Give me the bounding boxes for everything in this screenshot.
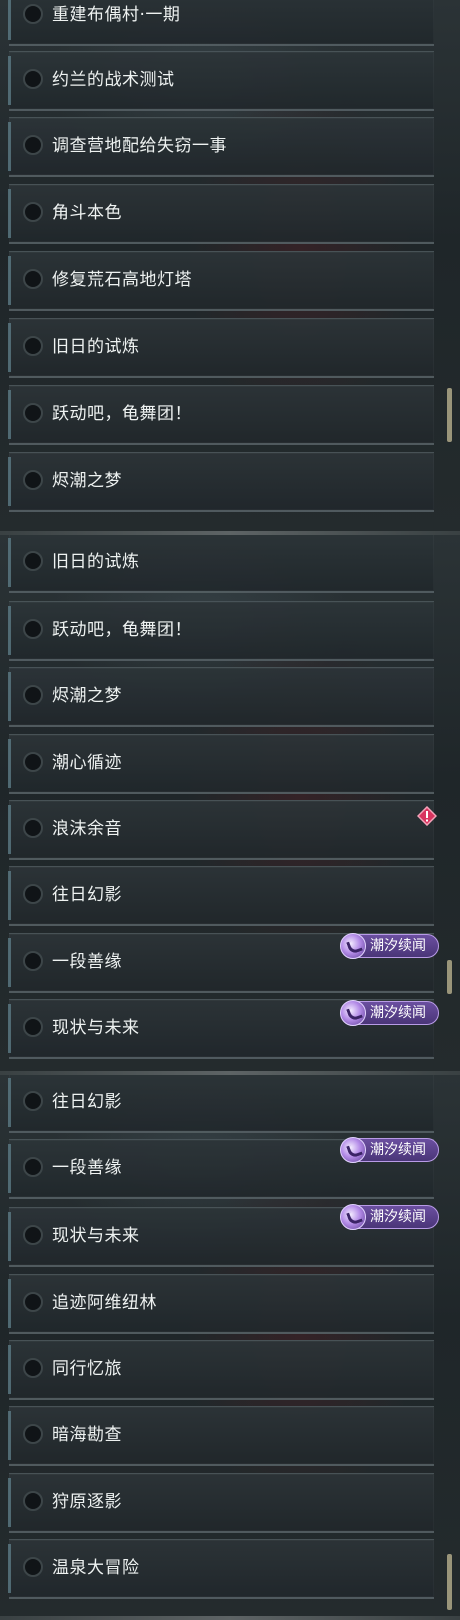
tag-label: 潮汐续闻: [370, 1142, 426, 1158]
checkbox-circle-icon[interactable]: [23, 1225, 43, 1245]
quest-title: 角斗本色: [52, 203, 122, 223]
quest-row[interactable]: 追迹阿维纽林: [8, 1274, 434, 1334]
quest-list-panel-1: 重建布偶村·一期 约兰的战术测试 调查营地配给失窃一事 角斗本色 修复荒石高地灯…: [0, 0, 460, 535]
checkbox-circle-icon[interactable]: [23, 1017, 43, 1037]
checkbox-circle-icon[interactable]: [23, 1091, 43, 1111]
quest-title: 跃动吧，龟舞团！: [52, 620, 192, 640]
checkbox-circle-icon[interactable]: [23, 619, 43, 639]
quest-row[interactable]: 潮心循迹: [8, 734, 434, 794]
quest-list-screen: 重建布偶村·一期 约兰的战术测试 调查营地配给失窃一事 角斗本色 修复荒石高地灯…: [0, 0, 460, 1620]
checkbox-circle-icon[interactable]: [23, 470, 43, 490]
quest-title: 一段善缘: [52, 952, 122, 972]
quest-row[interactable]: 烬潮之梦: [8, 667, 434, 727]
checkbox-circle-icon[interactable]: [23, 1292, 43, 1312]
checkbox-circle-icon[interactable]: [23, 135, 43, 155]
tide-tale-icon: [340, 933, 366, 959]
quest-row[interactable]: 重建布偶村·一期: [8, 0, 434, 46]
quest-title: 狩原逐影: [52, 1492, 122, 1512]
quest-row[interactable]: 温泉大冒险: [8, 1539, 434, 1599]
checkbox-circle-icon[interactable]: [23, 884, 43, 904]
tag-label: 潮汐续闻: [370, 938, 426, 954]
quest-title: 跃动吧，龟舞团！: [52, 404, 192, 424]
quest-title: 暗海勘查: [52, 1425, 122, 1445]
quest-list-panel-2: 旧日的试炼 跃动吧，龟舞团！ 烬潮之梦 潮心循迹 浪沫余音 往日幻影 一段善缘 …: [0, 535, 460, 1075]
quest-title: 烬潮之梦: [52, 686, 122, 706]
tag-label: 潮汐续闻: [370, 1209, 426, 1225]
checkbox-circle-icon[interactable]: [23, 202, 43, 222]
quest-title: 一段善缘: [52, 1158, 122, 1178]
checkbox-circle-icon[interactable]: [23, 951, 43, 971]
quest-row[interactable]: 狩原逐影: [8, 1473, 434, 1533]
quest-row[interactable]: 角斗本色: [8, 184, 434, 244]
quest-row[interactable]: 同行忆旅: [8, 1340, 434, 1400]
quest-title: 重建布偶村·一期: [52, 5, 181, 25]
tide-tale-tag: 潮汐续闻: [340, 1000, 439, 1026]
scrollbar-thumb[interactable]: [447, 1554, 452, 1610]
scrollbar-thumb[interactable]: [447, 388, 452, 442]
quest-title: 现状与未来: [52, 1226, 140, 1246]
quest-title: 旧日的试炼: [52, 337, 140, 357]
checkbox-circle-icon[interactable]: [23, 403, 43, 423]
checkbox-circle-icon[interactable]: [23, 1157, 43, 1177]
quest-title: 烬潮之梦: [52, 471, 122, 491]
quest-title: 约兰的战术测试: [52, 70, 175, 90]
alert-diamond-icon: [417, 806, 437, 826]
checkbox-circle-icon[interactable]: [23, 1491, 43, 1511]
quest-title: 现状与未来: [52, 1018, 140, 1038]
quest-row[interactable]: 跃动吧，龟舞团！: [8, 385, 434, 445]
quest-row[interactable]: 跃动吧，龟舞团！: [8, 601, 434, 661]
checkbox-circle-icon[interactable]: [23, 69, 43, 89]
checkbox-circle-icon[interactable]: [23, 1557, 43, 1577]
quest-title: 浪沫余音: [52, 819, 122, 839]
checkbox-circle-icon[interactable]: [23, 752, 43, 772]
checkbox-circle-icon[interactable]: [23, 269, 43, 289]
quest-row[interactable]: 旧日的试炼: [8, 535, 434, 593]
quest-title: 同行忆旅: [52, 1359, 122, 1379]
tide-tale-tag: 潮汐续闻: [340, 933, 439, 959]
quest-row[interactable]: 烬潮之梦: [8, 452, 434, 512]
quest-title: 追迹阿维纽林: [52, 1293, 157, 1313]
checkbox-circle-icon[interactable]: [23, 4, 43, 24]
tide-tale-icon: [340, 1137, 366, 1163]
quest-title: 往日幻影: [52, 885, 122, 905]
quest-row[interactable]: 旧日的试炼: [8, 318, 434, 378]
checkbox-circle-icon[interactable]: [23, 551, 43, 571]
tide-tale-tag: 潮汐续闻: [340, 1137, 439, 1163]
quest-title: 旧日的试炼: [52, 552, 140, 572]
quest-title: 温泉大冒险: [52, 1558, 140, 1578]
tide-tale-icon: [340, 1204, 366, 1230]
quest-row[interactable]: 调查营地配给失窃一事: [8, 117, 434, 177]
checkbox-circle-icon[interactable]: [23, 818, 43, 838]
quest-row[interactable]: 浪沫余音: [8, 800, 434, 860]
quest-row[interactable]: 修复荒石高地灯塔: [8, 251, 434, 311]
scrollbar-thumb[interactable]: [447, 960, 452, 994]
checkbox-circle-icon[interactable]: [23, 336, 43, 356]
quest-row[interactable]: 往日幻影: [8, 1075, 434, 1133]
quest-row[interactable]: 暗海勘查: [8, 1406, 434, 1466]
quest-title: 往日幻影: [52, 1092, 122, 1112]
quest-title: 调查营地配给失窃一事: [52, 136, 227, 156]
tide-tale-tag: 潮汐续闻: [340, 1204, 439, 1230]
checkbox-circle-icon[interactable]: [23, 1424, 43, 1444]
quest-title: 潮心循迹: [52, 753, 122, 773]
checkbox-circle-icon[interactable]: [23, 1358, 43, 1378]
quest-row[interactable]: 往日幻影: [8, 866, 434, 926]
quest-row[interactable]: 约兰的战术测试: [8, 51, 434, 111]
tag-label: 潮汐续闻: [370, 1005, 426, 1021]
checkbox-circle-icon[interactable]: [23, 685, 43, 705]
quest-title: 修复荒石高地灯塔: [52, 270, 192, 290]
tide-tale-icon: [340, 1000, 366, 1026]
